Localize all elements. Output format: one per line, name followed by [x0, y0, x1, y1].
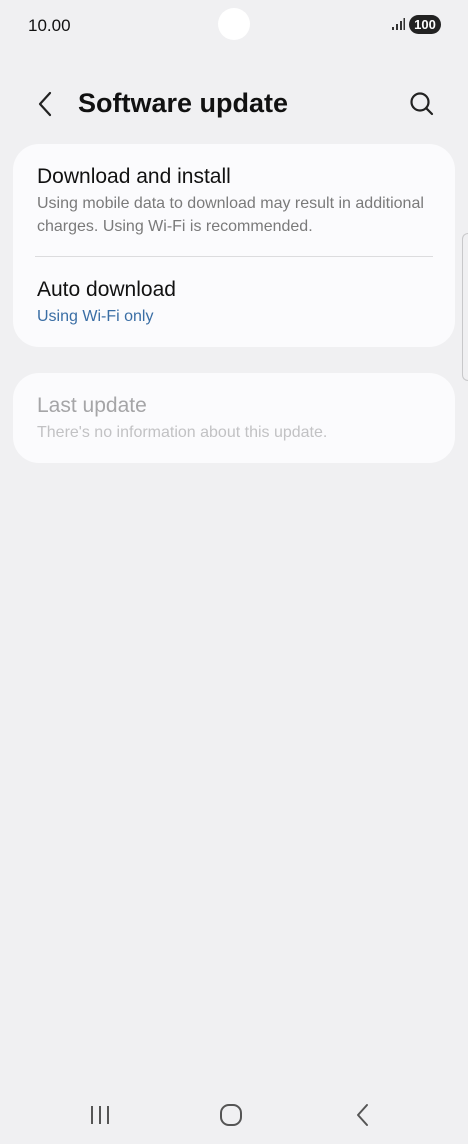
- screen: 10.00 100 Software update Download and i…: [0, 0, 468, 1144]
- recents-icon: [91, 1106, 109, 1124]
- home-button[interactable]: [211, 1100, 251, 1130]
- search-button[interactable]: [404, 86, 440, 122]
- last-update-subtitle: There's no information about this update…: [37, 424, 328, 441]
- settings-card: Download and install Using mobile data t…: [13, 144, 455, 347]
- battery-badge: 100: [409, 15, 441, 34]
- search-icon: [410, 92, 434, 116]
- nav-back-button[interactable]: [343, 1100, 383, 1130]
- download-install-item[interactable]: Download and install Using mobile data t…: [37, 164, 435, 238]
- last-update-card: Last update There's no information about…: [13, 373, 455, 463]
- download-install-title: Download and install: [37, 165, 231, 188]
- camera-cutout: [218, 8, 250, 40]
- page-title: Software update: [78, 88, 289, 118]
- signal-icon: [392, 18, 405, 30]
- download-install-subtitle: Using mobile data to download may result…: [37, 195, 424, 235]
- recents-button[interactable]: [80, 1100, 120, 1130]
- status-bar: 10.00 100: [0, 0, 468, 52]
- back-button[interactable]: [28, 88, 64, 120]
- navigation-bar: [0, 1086, 468, 1144]
- home-icon: [220, 1104, 242, 1126]
- back-icon: [357, 1104, 368, 1126]
- edge-panel-handle[interactable]: [462, 233, 468, 381]
- auto-download-item[interactable]: Auto download Using Wi-Fi only: [37, 277, 435, 328]
- last-update-item: Last update There's no information about…: [37, 393, 435, 444]
- auto-download-title: Auto download: [37, 278, 176, 301]
- divider: [35, 256, 433, 257]
- auto-download-value: Using Wi-Fi only: [37, 308, 154, 325]
- status-time: 10.00: [28, 16, 71, 35]
- header: Software update: [0, 78, 468, 130]
- chevron-left-icon: [38, 91, 52, 117]
- last-update-title: Last update: [37, 394, 147, 417]
